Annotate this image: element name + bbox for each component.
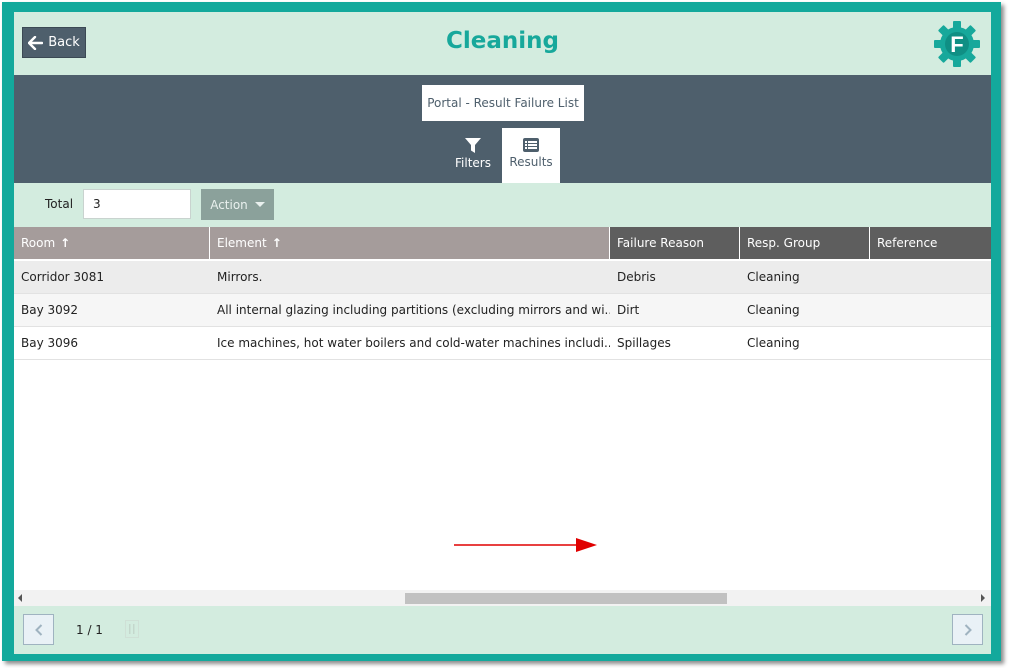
column-header-element[interactable]: Element ↑ [210, 227, 610, 259]
tab-filters-label: Filters [455, 156, 491, 170]
cell-reference [870, 261, 991, 293]
scroll-left-icon[interactable] [18, 594, 22, 602]
next-page-button[interactable] [952, 614, 983, 645]
action-label: Action [210, 197, 248, 212]
column-header-label: Failure Reason [617, 236, 705, 250]
scrollbar-thumb[interactable] [405, 593, 727, 604]
cell-element: Ice machines, hot water boilers and cold… [217, 336, 610, 350]
table-header: Room ↑ Element ↑ Failure Reason Resp. Gr… [14, 227, 991, 259]
cell-failure-reason: Dirt [617, 303, 640, 317]
cell-resp-group: Cleaning [747, 270, 800, 284]
table-body: Corridor 3081 Mirrors. Debris Cleaning B… [14, 261, 991, 360]
page-indicator: 1 / 1 [76, 623, 103, 637]
pause-icon[interactable] [123, 620, 141, 638]
cell-room: Corridor 3081 [21, 270, 104, 284]
portal-label: Portal - Result Failure List [422, 85, 584, 121]
cell-resp-group: Cleaning [747, 303, 800, 317]
tab-results[interactable]: Results [502, 128, 560, 183]
cell-element: All internal glazing including partition… [217, 303, 610, 317]
scroll-right-hint-arrow [454, 538, 597, 552]
page-title: Cleaning [446, 28, 559, 54]
table-row[interactable]: Bay 3096 Ice machines, hot water boilers… [14, 327, 991, 360]
logo-letter: F [950, 32, 963, 57]
column-header-label: Resp. Group [747, 236, 821, 250]
total-label: Total [45, 197, 74, 211]
cell-failure-reason: Spillages [617, 336, 671, 350]
tab-results-label: Results [509, 155, 553, 169]
column-header-label: Reference [877, 236, 938, 250]
column-header-resp-group[interactable]: Resp. Group [740, 227, 870, 259]
table-row[interactable]: Bay 3092 All internal glazing including … [14, 294, 991, 327]
results-toolbar: Total 3 Action [14, 183, 991, 227]
chevron-left-icon [34, 623, 42, 636]
horizontal-scrollbar[interactable] [14, 590, 991, 606]
cell-resp-group: Cleaning [747, 336, 800, 350]
app-logo: F [934, 21, 980, 67]
tab-filters[interactable]: Filters [444, 128, 502, 183]
column-header-reference[interactable]: Reference [870, 227, 991, 259]
cell-reference [870, 294, 991, 326]
column-header-label: Room [21, 236, 56, 250]
column-header-label: Element [217, 236, 267, 250]
sort-arrow-icon: ↑ [271, 236, 282, 250]
cell-room: Bay 3092 [21, 303, 79, 317]
app-window: Back Cleaning F Portal - Result Failure … [14, 12, 991, 654]
pagination-bar: 1 / 1 [14, 606, 991, 654]
table-row[interactable]: Corridor 3081 Mirrors. Debris Cleaning [14, 261, 991, 294]
filter-icon [465, 138, 481, 153]
previous-page-button[interactable] [23, 614, 54, 645]
header-bar: Back Cleaning F [14, 12, 991, 75]
chevron-right-icon [964, 623, 972, 636]
column-header-failure-reason[interactable]: Failure Reason [610, 227, 740, 259]
scroll-right-icon[interactable] [981, 594, 985, 602]
action-dropdown-button[interactable]: Action [201, 189, 274, 220]
app-frame: Back Cleaning F Portal - Result Failure … [2, 2, 1001, 661]
caret-down-icon [254, 202, 265, 207]
sort-arrow-icon: ↑ [60, 236, 71, 250]
list-icon [523, 138, 539, 152]
navigation-band: Portal - Result Failure List Filters Res… [14, 75, 991, 183]
column-header-room[interactable]: Room ↑ [14, 227, 210, 259]
cell-failure-reason: Debris [617, 270, 656, 284]
total-field[interactable]: 3 [83, 189, 191, 219]
cell-element: Mirrors. [217, 270, 263, 284]
cell-reference [870, 327, 991, 359]
cell-room: Bay 3096 [21, 336, 79, 350]
